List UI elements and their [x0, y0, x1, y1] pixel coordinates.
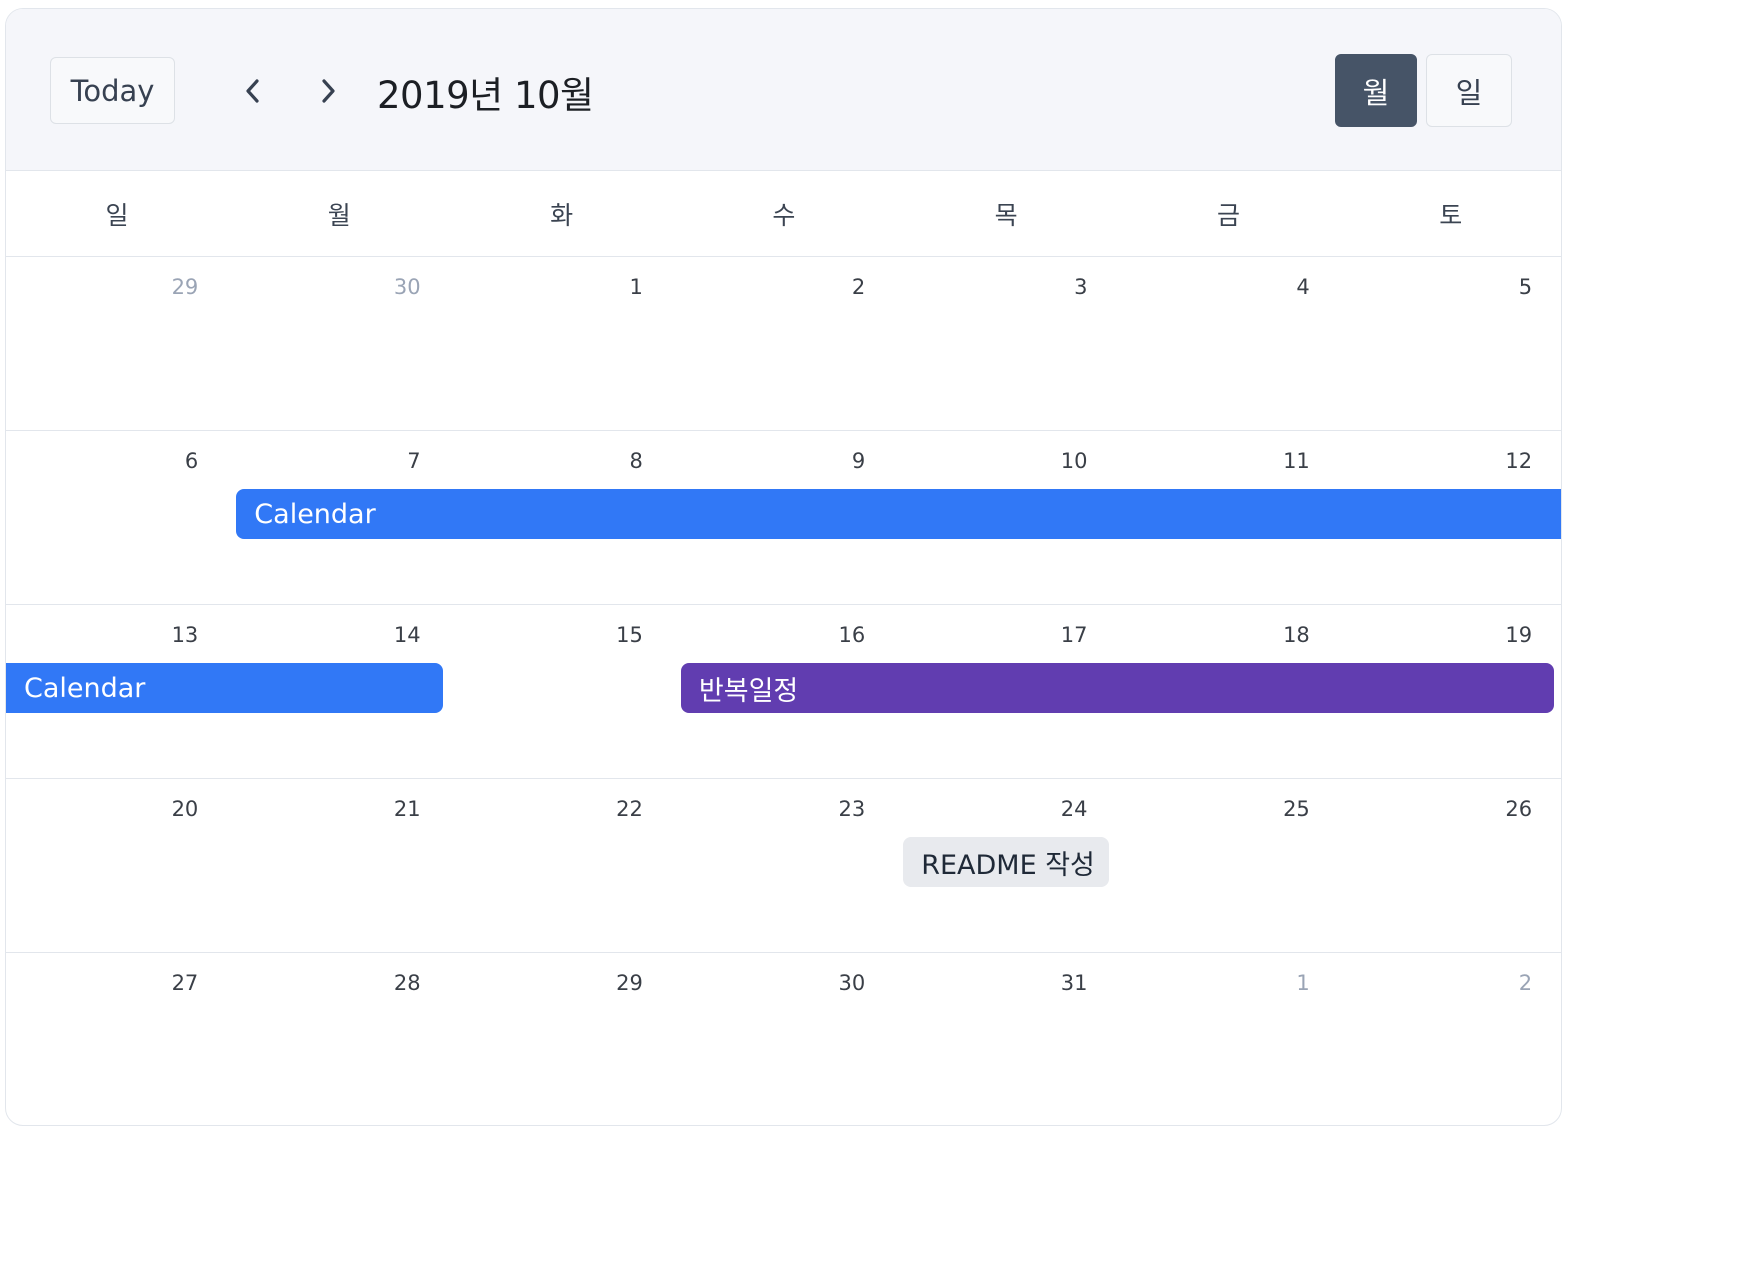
day-cell[interactable]: 1 [451, 257, 673, 431]
day-number: 31 [1060, 971, 1088, 995]
view-month-button[interactable]: 월 [1335, 54, 1417, 127]
day-cell[interactable]: 2 [1340, 953, 1561, 1125]
day-number: 17 [1060, 623, 1088, 647]
prev-month-button[interactable] [231, 67, 275, 115]
day-cell[interactable]: 1 [1118, 953, 1340, 1125]
chevron-left-icon [246, 79, 259, 103]
weekday-label: 수 [772, 201, 796, 230]
day-cell[interactable]: 15 [451, 605, 673, 779]
day-number: 30 [838, 971, 866, 995]
day-number: 4 [1296, 275, 1310, 299]
day-number: 3 [1074, 275, 1088, 299]
day-cell[interactable]: 27 [6, 953, 228, 1125]
week-row: 27 28 29 30 31 1 2 [6, 953, 1561, 1125]
day-number: 6 [184, 449, 199, 473]
day-number: 8 [629, 449, 643, 473]
calendar: Today 2019년 10월 월 일 일월화수목금토 29 30 1 2 3 4 5 6 7 8… [5, 8, 1562, 1126]
day-cell[interactable]: 30 [228, 257, 450, 431]
day-cell[interactable]: 29 [451, 953, 673, 1125]
day-cell[interactable]: 31 [895, 953, 1117, 1125]
day-number: 9 [851, 449, 866, 473]
weekday-label: 토 [1439, 201, 1463, 230]
day-cell[interactable]: 23 [673, 779, 895, 953]
calendar-header: Today 2019년 10월 월 일 [6, 9, 1561, 171]
day-number: 30 [393, 275, 421, 299]
day-number: 1 [629, 275, 643, 299]
day-number: 14 [393, 623, 421, 647]
day-number: 22 [616, 797, 643, 821]
week-row: 29 30 1 2 3 4 5 [6, 257, 1561, 431]
view-day-button[interactable]: 일 [1426, 54, 1512, 127]
weekday-label: 화 [550, 201, 574, 230]
day-number: 1 [1296, 971, 1310, 995]
day-number: 18 [1283, 623, 1310, 647]
day-number: 23 [838, 797, 866, 821]
day-cell[interactable]: 5 [1340, 257, 1561, 431]
event-bar[interactable]: Calendar [236, 489, 1561, 539]
day-number: 29 [616, 971, 643, 995]
today-button[interactable]: Today [50, 57, 175, 124]
day-number: 28 [393, 971, 421, 995]
day-cell[interactable]: 29 [6, 257, 228, 431]
day-number: 20 [171, 797, 199, 821]
day-cell[interactable]: 26 [1340, 779, 1561, 953]
day-number: 19 [1505, 623, 1533, 647]
day-number: 2 [1518, 971, 1533, 995]
event-bar[interactable]: 반복일정 [680, 663, 1555, 713]
event-bar[interactable]: Calendar [6, 663, 443, 713]
weekday-label: 일 [105, 201, 129, 230]
day-cell[interactable]: 20 [6, 779, 228, 953]
event-bar[interactable]: README 작성 [903, 837, 1110, 887]
day-cell[interactable]: 28 [228, 953, 450, 1125]
day-cell[interactable]: 22 [451, 779, 673, 953]
day-number: 11 [1283, 449, 1310, 473]
day-number: 16 [838, 623, 866, 647]
day-cell[interactable]: 21 [228, 779, 450, 953]
day-number: 26 [1505, 797, 1533, 821]
next-month-button[interactable] [306, 67, 350, 115]
week-row: 20 21 22 23 24 25 26 [6, 779, 1561, 953]
day-number: 13 [171, 623, 199, 647]
month-title: 2019년 10월 [377, 74, 594, 117]
weekday-label: 월 [327, 201, 351, 230]
day-number: 12 [1505, 449, 1533, 473]
weekday-label: 금 [1216, 201, 1240, 230]
day-cell[interactable]: 3 [895, 257, 1117, 431]
day-number: 10 [1060, 449, 1088, 473]
day-number: 24 [1060, 797, 1088, 821]
day-number: 2 [851, 275, 866, 299]
day-number: 7 [407, 449, 421, 473]
day-cell[interactable]: 30 [673, 953, 895, 1125]
weekday-header: 일월화수목금토 [6, 171, 1561, 257]
day-number: 15 [616, 623, 643, 647]
day-number: 25 [1283, 797, 1310, 821]
day-number: 29 [171, 275, 199, 299]
chevron-right-icon [322, 79, 335, 103]
day-cell[interactable]: 4 [1118, 257, 1340, 431]
day-cell[interactable]: 6 [6, 431, 228, 605]
day-cell[interactable]: 2 [673, 257, 895, 431]
day-number: 27 [171, 971, 199, 995]
day-cell[interactable]: 25 [1118, 779, 1340, 953]
day-number: 5 [1518, 275, 1533, 299]
weekday-label: 목 [994, 201, 1018, 230]
day-number: 21 [393, 797, 421, 821]
